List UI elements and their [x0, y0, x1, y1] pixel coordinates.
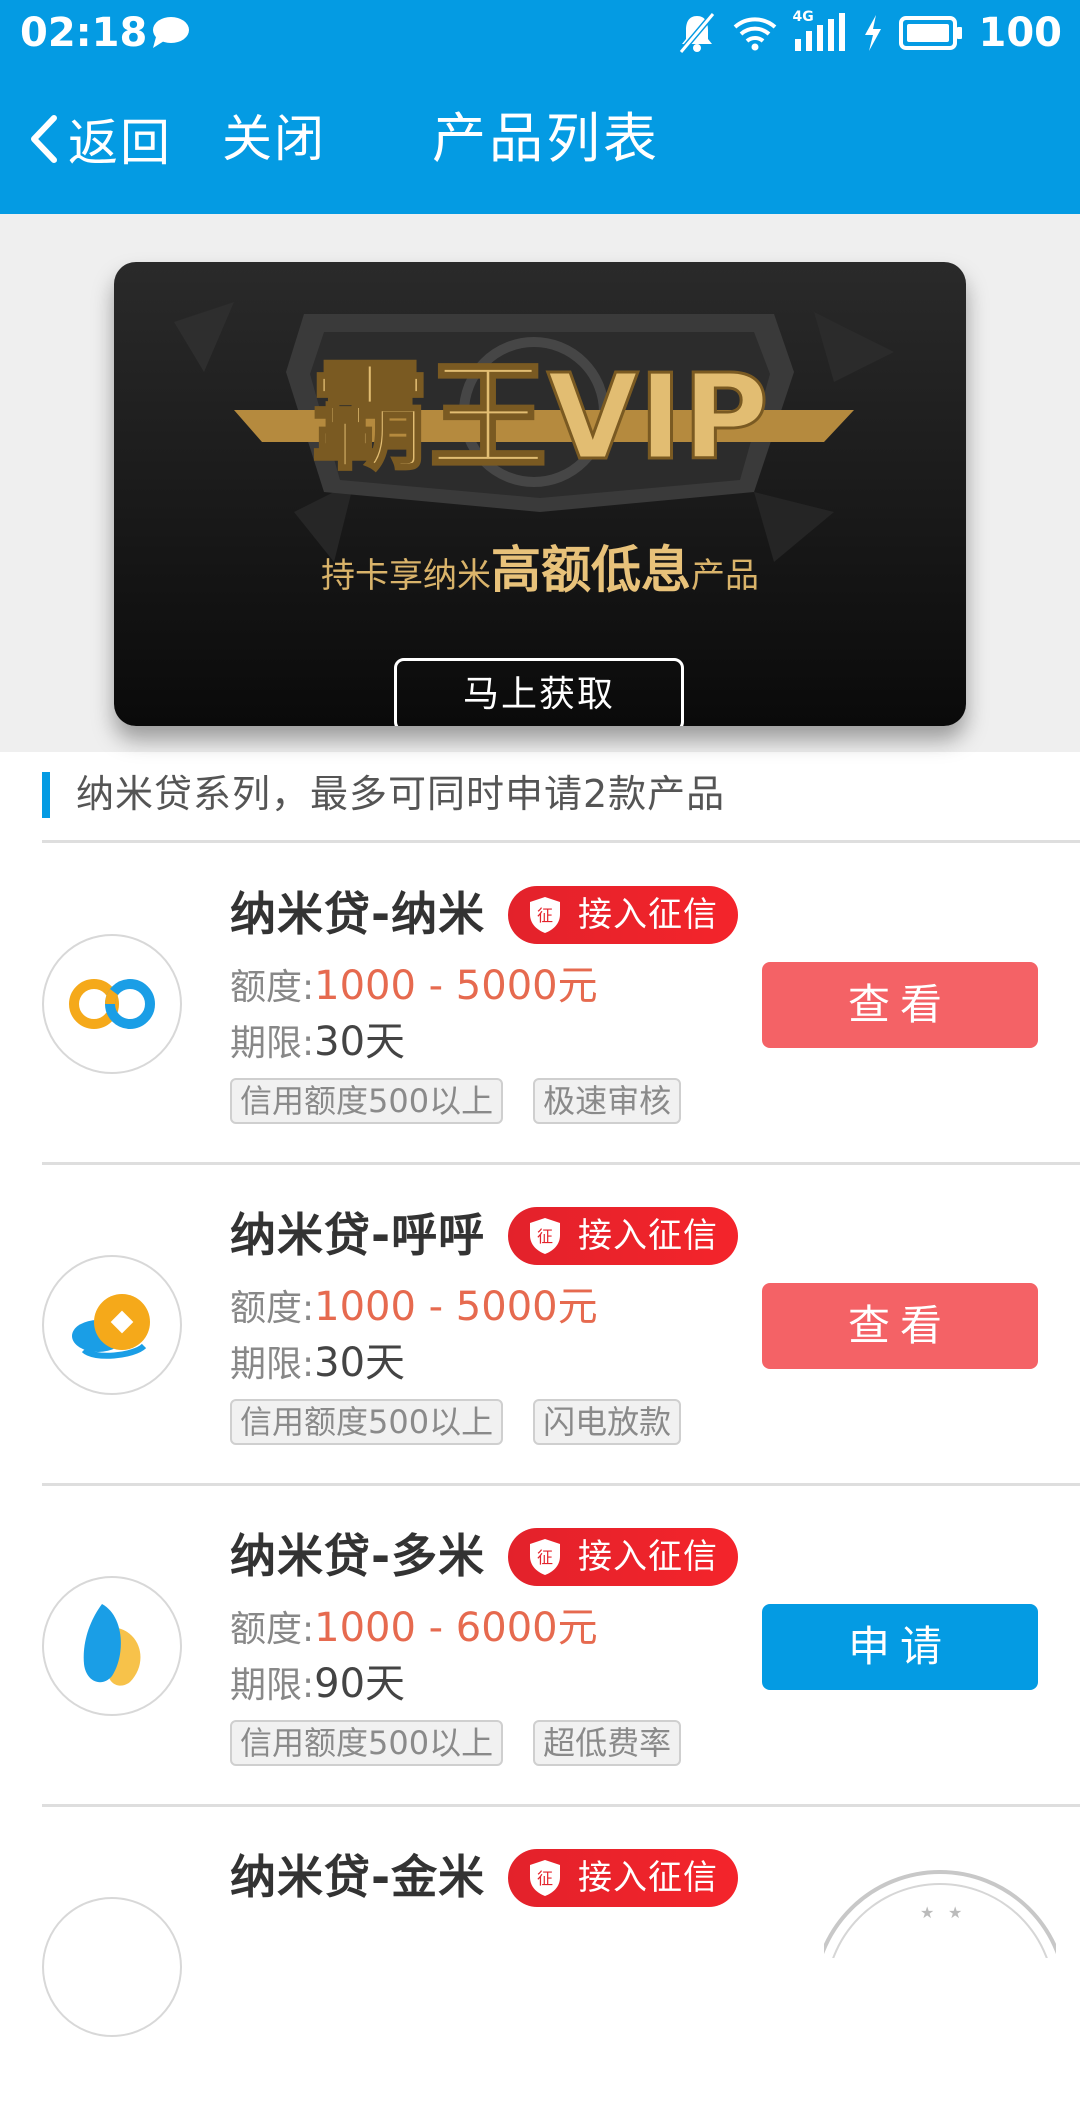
shield-glyph: 征 [537, 1548, 553, 1567]
term-value: 30天 [314, 1340, 406, 1386]
chevron-left-icon [31, 115, 57, 163]
amount-value: 1000 - 6000元 [314, 1605, 598, 1651]
svg-text:★: ★ [920, 1903, 934, 1922]
leaf-icon [83, 1604, 141, 1686]
term-label: 期限: [230, 1344, 315, 1385]
amount-row: 额度:1000 - 6000元 [230, 1604, 598, 1654]
section-divider [42, 840, 1080, 843]
term-value: 90天 [314, 1661, 406, 1707]
page-title: 产品列表 [432, 107, 660, 170]
tag: 信用额度500以上 [230, 1720, 504, 1766]
product-name: 纳米贷-多米 [230, 1529, 486, 1583]
credit-report-badge: 征 接入征信 [508, 1528, 738, 1586]
banner-subtitle-highlight: 高额低息 [491, 541, 691, 599]
tag: 闪电放款 [533, 1399, 682, 1445]
shield-glyph: 征 [537, 1227, 553, 1246]
amount-label: 额度: [230, 1288, 315, 1329]
coin-icon [72, 1294, 150, 1359]
tag: 极速审核 [533, 1078, 682, 1124]
status-bar: 02:18 4G 100 [0, 0, 1080, 66]
term-label: 期限: [230, 1023, 315, 1064]
badge-label: 接入征信 [578, 1537, 718, 1577]
term-label: 期限: [230, 1665, 315, 1706]
shield-icon: 征 [530, 897, 560, 933]
product-name: 纳米贷-金米 [230, 1850, 486, 1904]
banner-subtitle-post: 产品 [691, 556, 759, 596]
status-time: 02:18 [20, 10, 148, 56]
product-logo [42, 1897, 182, 2037]
product-logo [42, 1255, 182, 1395]
product-item[interactable]: 纳米贷-纳米 征 接入征信 额度:1000 - 5000元 期限:30天 信用额… [0, 844, 1080, 1165]
infinity-icon [69, 979, 155, 1029]
status-icons: 4G 100 [677, 8, 1063, 58]
term-row: 期限:30天 [230, 1018, 405, 1068]
battery-level: 100 [978, 10, 1063, 56]
shield-icon: 征 [530, 1218, 560, 1254]
chat-notification-icon [153, 17, 189, 48]
shield-glyph: 征 [537, 906, 553, 925]
product-item[interactable]: 纳米贷-多米 征 接入征信 额度:1000 - 6000元 期限:90天 信用额… [0, 1486, 1080, 1807]
product-logo [42, 934, 182, 1074]
badge-label: 接入征信 [578, 1858, 718, 1898]
product-logo [42, 1576, 182, 1716]
amount-label: 额度: [230, 1609, 315, 1650]
term-row: 期限:30天 [230, 1339, 405, 1389]
section-title: 纳米贷系列，最多可同时申请2款产品 [76, 772, 726, 816]
banner-subtitle-pre: 持卡享纳米 [321, 556, 491, 596]
product-item[interactable]: 纳米贷-金米 征 接入征信 [0, 1807, 1080, 2128]
product-name: 纳米贷-呼呼 [230, 1208, 486, 1262]
battery-icon [898, 16, 962, 50]
shield-glyph: 征 [537, 1869, 553, 1888]
back-label: 返回 [68, 114, 172, 172]
amount-value: 1000 - 5000元 [314, 1284, 598, 1330]
shield-icon: 征 [530, 1860, 560, 1896]
tag-list: 信用额度500以上 极速审核 [230, 1078, 682, 1124]
get-now-button[interactable]: 马上获取 [394, 658, 684, 726]
tag: 超低费率 [533, 1720, 682, 1766]
term-row: 期限:90天 [230, 1660, 405, 1710]
tag-list: 信用额度500以上 闪电放款 [230, 1399, 682, 1445]
credit-report-badge: 征 接入征信 [508, 886, 738, 944]
signal-4g-icon: 4G [793, 9, 847, 53]
amount-value: 1000 - 5000元 [314, 963, 598, 1009]
apply-button[interactable]: 申请 [762, 1604, 1038, 1690]
section-accent-bar [42, 772, 50, 818]
mute-icon [678, 12, 715, 54]
vip-logo: 霸王VIP [174, 302, 894, 562]
tag-list: 信用额度500以上 超低费率 [230, 1720, 682, 1766]
banner-subtitle: 持卡享纳米高额低息产品 [114, 540, 966, 606]
vip-logo-text: 霸王VIP [311, 348, 769, 486]
term-value: 30天 [314, 1019, 406, 1065]
wifi-icon [733, 17, 776, 51]
credit-report-badge: 征 接入征信 [508, 1849, 738, 1907]
shield-icon: 征 [530, 1539, 560, 1575]
credit-report-badge: 征 接入征信 [508, 1207, 738, 1265]
badge-label: 接入征信 [578, 1216, 718, 1256]
close-button[interactable]: 关闭 [222, 106, 326, 172]
tag: 信用额度500以上 [230, 1078, 504, 1124]
product-item[interactable]: 纳米贷-呼呼 征 接入征信 额度:1000 - 5000元 期限:30天 信用额… [0, 1165, 1080, 1486]
badge-label: 接入征信 [578, 895, 718, 935]
svg-text:★: ★ [948, 1903, 962, 1922]
charging-bolt-icon [864, 15, 881, 51]
view-button[interactable]: 查看 [762, 1283, 1038, 1369]
view-button[interactable]: 查看 [762, 962, 1038, 1048]
amount-row: 额度:1000 - 5000元 [230, 962, 598, 1012]
product-name: 纳米贷-纳米 [230, 887, 486, 941]
back-button[interactable]: 返回 [28, 106, 172, 172]
amount-row: 额度:1000 - 5000元 [230, 1283, 598, 1333]
stamp-seal-icon: ★ ★ [824, 1870, 1056, 1958]
tag: 信用额度500以上 [230, 1399, 504, 1445]
section-header: 纳米贷系列，最多可同时申请2款产品 [42, 768, 1080, 840]
amount-label: 额度: [230, 967, 315, 1008]
vip-banner[interactable]: 霸王VIP 持卡享纳米高额低息产品 马上获取 [114, 262, 966, 726]
banner-area: 霸王VIP 持卡享纳米高额低息产品 马上获取 [0, 214, 1080, 752]
nav-bar: 返回 关闭 产品列表 [0, 66, 1080, 214]
